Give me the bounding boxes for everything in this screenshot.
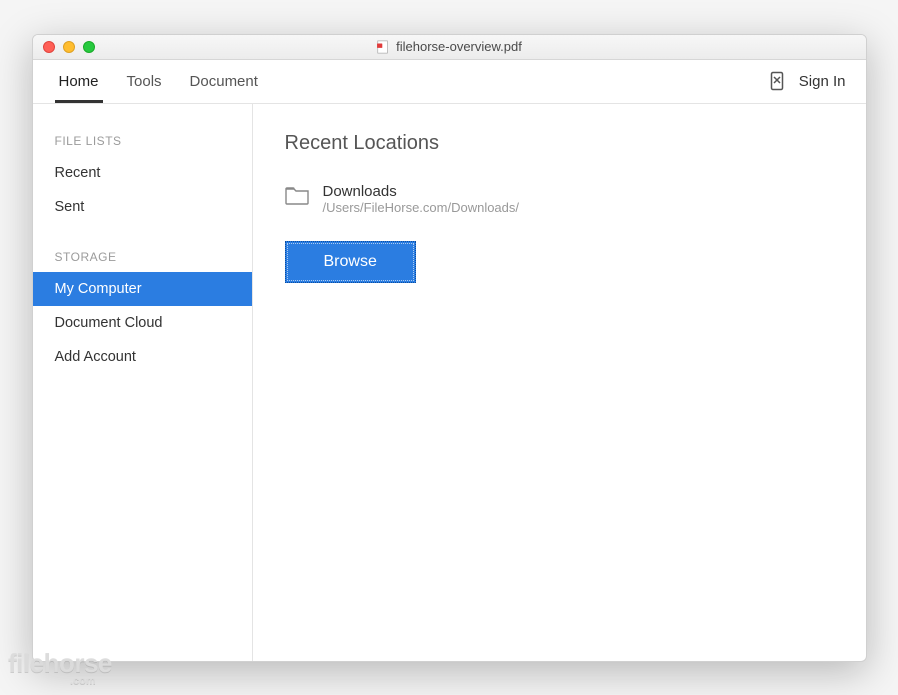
maximize-window-button[interactable] xyxy=(83,41,95,53)
minimize-window-button[interactable] xyxy=(63,41,75,53)
pdf-file-icon xyxy=(376,40,390,54)
sidebar-item-my-computer[interactable]: My Computer xyxy=(33,272,252,306)
window-title: filehorse-overview.pdf xyxy=(33,39,866,54)
location-path: /Users/FileHorse.com/Downloads/ xyxy=(323,200,520,215)
sidebar: FILE LISTS Recent Sent STORAGE My Comput… xyxy=(33,104,253,661)
sidebar-header-storage: STORAGE xyxy=(33,242,252,272)
sidebar-section-file-lists: FILE LISTS Recent Sent xyxy=(33,126,252,224)
tabbar: Home Tools Document Sign In xyxy=(33,60,866,104)
tab-home[interactable]: Home xyxy=(45,60,113,103)
traffic-lights xyxy=(33,41,95,53)
sidebar-item-sent[interactable]: Sent xyxy=(33,190,252,224)
sidebar-header-file-lists: FILE LISTS xyxy=(33,126,252,156)
content-area: FILE LISTS Recent Sent STORAGE My Comput… xyxy=(33,104,866,661)
sidebar-section-storage: STORAGE My Computer Document Cloud Add A… xyxy=(33,242,252,374)
main-panel: Recent Locations Downloads /Users/FileHo… xyxy=(253,104,866,661)
recent-locations-heading: Recent Locations xyxy=(285,132,834,155)
app-window: filehorse-overview.pdf Home Tools Docume… xyxy=(32,34,867,662)
titlebar: filehorse-overview.pdf xyxy=(33,35,866,60)
close-window-button[interactable] xyxy=(43,41,55,53)
mobile-link-icon[interactable] xyxy=(769,71,785,91)
sidebar-item-recent[interactable]: Recent xyxy=(33,156,252,190)
tab-document[interactable]: Document xyxy=(176,60,272,103)
tabbar-right: Sign In xyxy=(769,60,854,103)
sidebar-item-add-account[interactable]: Add Account xyxy=(33,340,252,374)
location-row-downloads[interactable]: Downloads /Users/FileHorse.com/Downloads… xyxy=(285,183,834,215)
location-info: Downloads /Users/FileHorse.com/Downloads… xyxy=(323,183,520,215)
window-title-text: filehorse-overview.pdf xyxy=(396,39,522,54)
sidebar-item-document-cloud[interactable]: Document Cloud xyxy=(33,306,252,340)
location-name: Downloads xyxy=(323,183,520,200)
browse-button[interactable]: Browse xyxy=(285,241,416,283)
folder-icon xyxy=(285,185,309,205)
tab-tools[interactable]: Tools xyxy=(113,60,176,103)
sign-in-link[interactable]: Sign In xyxy=(799,73,846,90)
watermark-suffix: .com xyxy=(70,675,112,687)
